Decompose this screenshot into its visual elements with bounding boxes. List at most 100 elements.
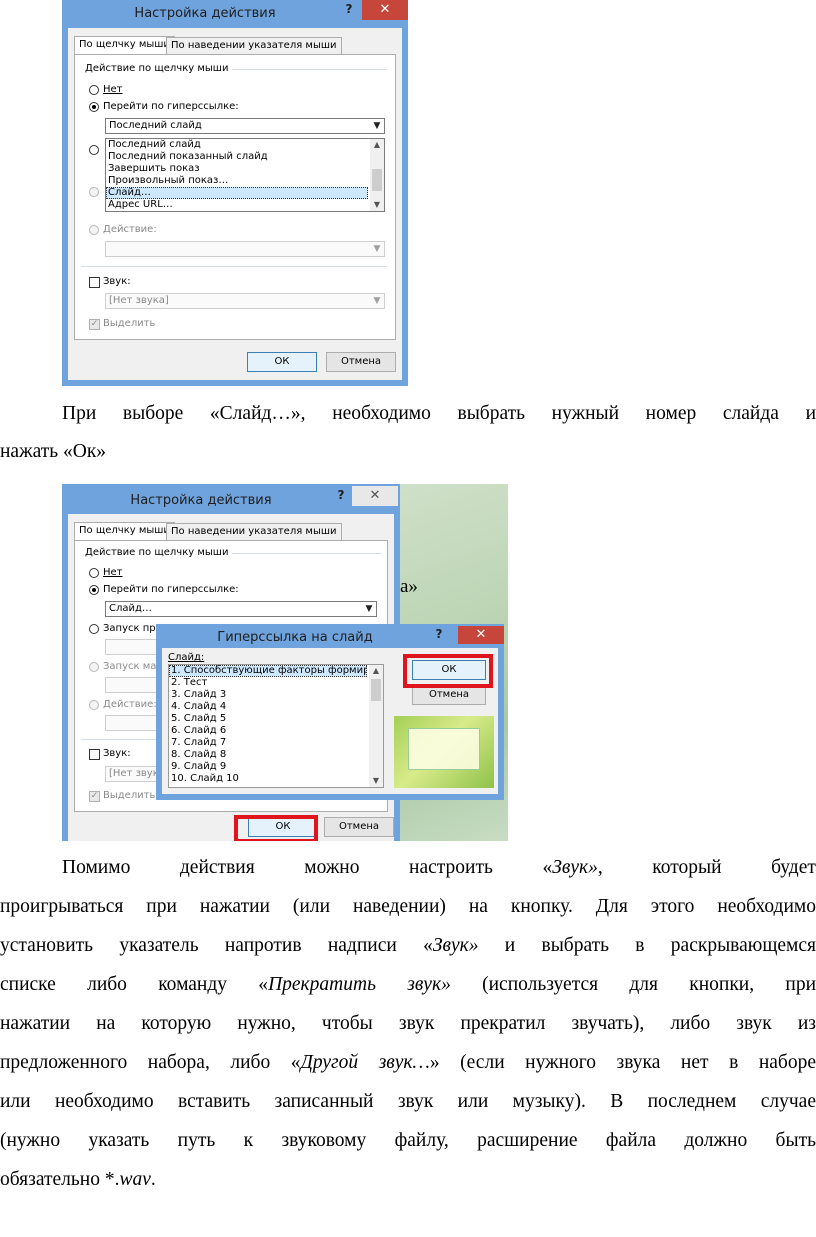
tab-panel: Действие по щелчку мыши Нет Перейти по г… (74, 54, 396, 340)
hyperlink-select[interactable]: Слайд… ▼ (105, 601, 377, 617)
radio-action[interactable] (89, 700, 99, 710)
tab-on-click[interactable]: По щелчку мыши (74, 522, 175, 542)
slide-list-item[interactable]: 10. Слайд 10 (169, 773, 383, 785)
dropdown-item[interactable]: Последний слайд (106, 139, 384, 151)
text: и выбрать в раскрывающемся (478, 935, 816, 956)
radio-run-program[interactable] (89, 145, 99, 155)
highlight-checkbox[interactable]: ✓ (89, 319, 100, 330)
close-button[interactable]: ✕ (362, 0, 408, 20)
help-button[interactable]: ? (330, 488, 352, 506)
radio-run-macro[interactable] (89, 662, 99, 672)
scroll-thumb[interactable] (371, 679, 381, 701)
slide-list-item[interactable]: 3. Слайд 3 (169, 689, 383, 701)
dialog-hyperlink-to-slide: Гиперссылка на слайд ? ✕ Слайд: 1. Спосо… (156, 624, 504, 800)
text: . (150, 1169, 156, 1190)
paragraph-2-line-7: или необходимо вставить записанный звук … (0, 1091, 816, 1112)
radio-run-macro[interactable] (89, 187, 99, 197)
comma: , (597, 857, 603, 878)
scroll-thumb[interactable] (372, 169, 382, 191)
close-button[interactable]: ✕ (458, 626, 504, 644)
slide-background-text: а» (400, 576, 418, 597)
text: установить указатель напротив надписи « (0, 935, 433, 956)
radio-hyperlink[interactable] (89, 102, 99, 112)
highlight-checkbox[interactable]: ✓ (89, 791, 100, 802)
tab-on-click[interactable]: По щелчку мыши (74, 36, 175, 56)
highlight-box-slide-ok (403, 654, 493, 688)
paragraph-2-line-4: списке либо команду «Прекратить звук» (и… (0, 974, 816, 996)
close-button[interactable]: ✕ (352, 486, 398, 506)
dialog2-titlebar: Настройка действия ? ✕ (62, 484, 400, 512)
help-button[interactable]: ? (428, 627, 450, 645)
scroll-up-icon[interactable]: ▲ (369, 665, 383, 677)
slide-cancel-button[interactable]: Отмена (412, 685, 486, 705)
word: Помимо (62, 857, 131, 878)
radio-hyperlink-label: Перейти по гиперссылке: (103, 584, 239, 595)
scroll-down-icon[interactable]: ▼ (369, 775, 383, 787)
hyperlink-dropdown-list[interactable]: Последний слайд Последний показанный сла… (105, 138, 385, 212)
chevron-down-icon: ▼ (365, 604, 373, 614)
dropdown-item-selected[interactable]: Слайд… (106, 187, 368, 199)
slide-list-item[interactable]: 6. Слайд 6 (169, 725, 383, 737)
paragraph-2-line-5: нажатии на которую нужно, чтобы звук пре… (0, 1013, 816, 1034)
sound-checkbox[interactable] (89, 277, 100, 288)
word: будет (771, 857, 816, 878)
radio-hyperlink-label: Перейти по гиперссылке: (103, 101, 239, 112)
slide-list-item[interactable]: 5. Слайд 5 (169, 713, 383, 725)
tab-on-hover[interactable]: По наведении указателя мыши (166, 523, 342, 541)
slide-list-item-selected[interactable]: 1. Способствующие факторы формирован (169, 665, 367, 677)
word: можно (304, 857, 360, 878)
scroll-up-icon[interactable]: ▲ (370, 139, 384, 151)
slide-list-item[interactable]: 7. Слайд 7 (169, 737, 383, 749)
dropdown-item[interactable]: Завершить показ (106, 163, 384, 175)
dialog3-titlebar: Гиперссылка на слайд ? ✕ (156, 624, 504, 648)
dropdown-item[interactable]: Последний показанный слайд (106, 151, 384, 163)
radio-hyperlink[interactable] (89, 585, 99, 595)
paragraph-2-line-8: (нужно указать путь к звуковому файлу, р… (0, 1130, 816, 1151)
radio-action[interactable] (89, 225, 99, 235)
cancel-button[interactable]: Отмена (324, 817, 394, 837)
highlight-label: Выделить (103, 790, 156, 801)
screenshot-action-settings: Настройка действия ? ✕ По щелчку мыши По… (62, 0, 408, 386)
dropdown-item[interactable]: Адрес URL… (106, 199, 384, 211)
chevron-down-icon: ▼ (373, 121, 381, 131)
radio-none[interactable] (89, 85, 99, 95)
ok-button[interactable]: ОК (247, 352, 317, 372)
word: действия (179, 857, 255, 878)
dropdown-scrollbar[interactable]: ▲ ▼ (370, 139, 384, 211)
sound-label: Звук: (103, 748, 131, 759)
sound-label: Звук: (103, 276, 131, 287)
word-sound: «Звук», (542, 857, 602, 887)
hyperlink-select[interactable]: Последний слайд ▼ (105, 118, 385, 134)
scroll-down-icon[interactable]: ▼ (370, 199, 384, 211)
radio-run-macro-label: Запуск ма (103, 661, 157, 672)
cancel-button[interactable]: Отмена (326, 352, 396, 372)
dropdown-item[interactable]: Произвольный показ… (106, 175, 384, 187)
italic-wav: wav (119, 1169, 151, 1190)
slide-list[interactable]: 1. Способствующие факторы формирован 2. … (168, 664, 384, 788)
sound-checkbox[interactable] (89, 749, 100, 760)
slide-list-item[interactable]: 8. Слайд 8 (169, 749, 383, 761)
paragraph-2-line-6: предложенного набора, либо «Другой звук…… (0, 1052, 816, 1074)
slide-list-item[interactable]: 2. Тест (169, 677, 383, 689)
slide-list-scrollbar[interactable]: ▲ ▼ (369, 665, 383, 787)
action-select[interactable]: ▼ (105, 241, 385, 257)
slide-list-item[interactable]: 9. Слайд 9 (169, 761, 383, 773)
radio-run-program[interactable] (89, 624, 99, 634)
section-divider (81, 739, 161, 740)
highlight-box-ok (234, 815, 318, 841)
sound-select[interactable]: [Нет звука] ▼ (105, 293, 385, 309)
slide-preview-textbox (408, 728, 480, 770)
word: настроить (409, 857, 493, 878)
help-button[interactable]: ? (338, 2, 360, 20)
dialog3-title: Гиперссылка на слайд (217, 630, 373, 645)
hyperlink-select-value: Слайд… (109, 603, 152, 614)
radio-action-label: Действие: (103, 699, 157, 710)
dialog-title: Настройка действия (134, 6, 276, 21)
paragraph-2-line-3: установить указатель напротив надписи «З… (0, 935, 816, 957)
paragraph-1-line-1: При выборе «Слайд…», необходимо выбрать … (62, 403, 816, 424)
radio-none[interactable] (89, 568, 99, 578)
radio-none-label: Нет (103, 567, 123, 578)
slide-list-item[interactable]: 4. Слайд 4 (169, 701, 383, 713)
tab-on-hover[interactable]: По наведении указателя мыши (166, 37, 342, 55)
text: предложенного набора, либо « (0, 1052, 301, 1073)
